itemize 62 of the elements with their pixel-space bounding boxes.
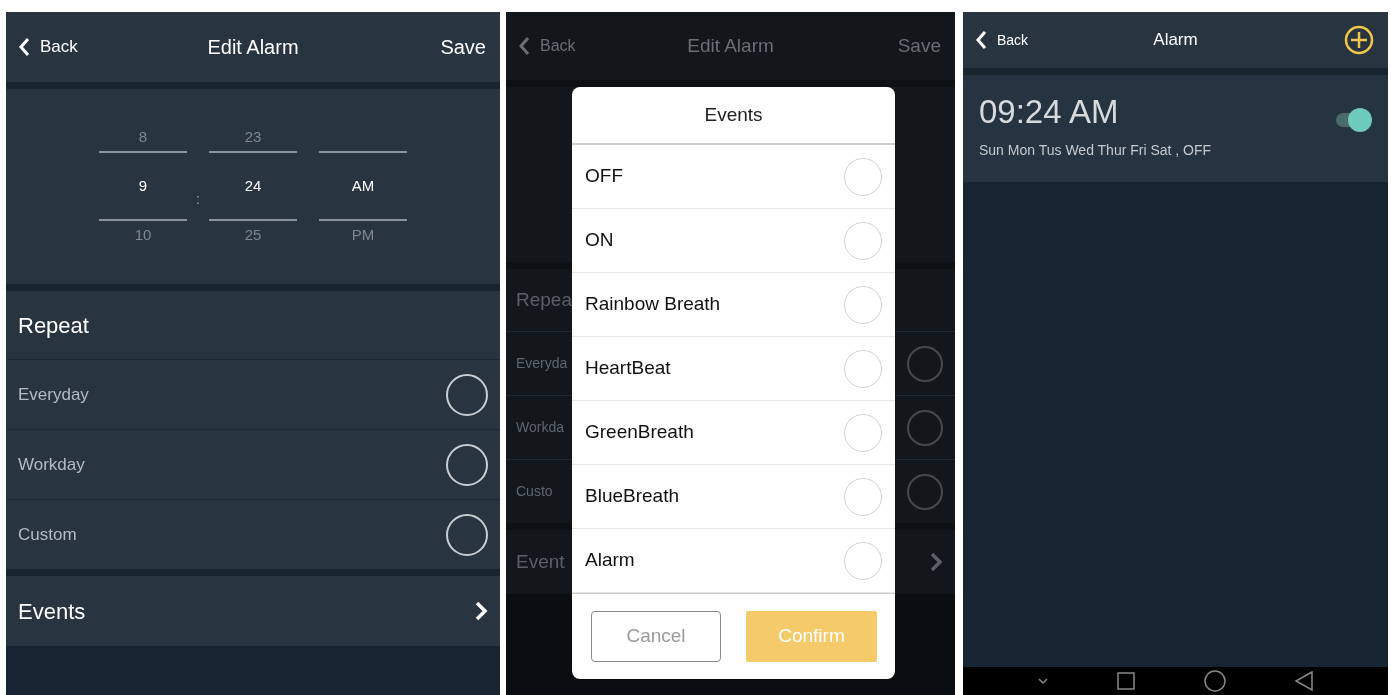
row-label: Events: [18, 597, 86, 626]
screen-title: Edit Alarm: [207, 35, 299, 60]
option-label: Everyda: [516, 354, 568, 373]
option-label: GreenBreath: [585, 420, 694, 445]
radio-circle[interactable]: [907, 409, 943, 446]
picker-value: 25: [244, 225, 262, 245]
option-label: Custom: [18, 523, 77, 546]
repeat-option[interactable]: Everyday: [6, 359, 500, 429]
save-button[interactable]: Save: [440, 32, 486, 62]
triangle-icon[interactable]: [1293, 671, 1314, 691]
repeat-option[interactable]: Custom: [6, 499, 500, 569]
dialog-title: Events: [572, 87, 895, 145]
picker-value: 10: [134, 225, 152, 245]
picker-selected-value[interactable]: 9: [138, 153, 148, 219]
event-option[interactable]: Rainbow Breath: [572, 273, 895, 337]
row-label: Event: [516, 549, 565, 574]
event-option[interactable]: Alarm: [572, 529, 895, 593]
picker-value: PM: [351, 225, 375, 245]
option-label: Custo: [516, 482, 553, 501]
screen-title: Edit Alarm: [687, 33, 774, 58]
event-option[interactable]: OFF: [572, 145, 895, 209]
circle-icon[interactable]: [1203, 670, 1226, 692]
option-label: HeartBeat: [585, 356, 671, 381]
option-label: OFF: [585, 164, 623, 189]
option-label: ON: [585, 228, 614, 253]
section-title: Repeat: [18, 311, 89, 340]
back-button[interactable]: Back: [18, 34, 78, 60]
event-option[interactable]: GreenBreath: [572, 401, 895, 465]
back-button[interactable]: Back: [518, 34, 576, 58]
time-separator: :: [196, 190, 200, 209]
event-option[interactable]: BlueBreath: [572, 465, 895, 529]
option-label: Workda: [516, 418, 564, 437]
back-button[interactable]: Back: [975, 29, 1029, 51]
option-label: Everyday: [18, 383, 89, 406]
events-row[interactable]: Events: [6, 576, 500, 646]
radio-circle[interactable]: [907, 345, 943, 382]
alarm-time: 09:24 AM: [979, 95, 1120, 128]
radio-circle[interactable]: [907, 473, 943, 510]
screen-title: Alarm: [1153, 29, 1198, 52]
chevron-right-icon: [929, 551, 943, 573]
picker-selected-value[interactable]: 24: [244, 153, 262, 219]
save-button[interactable]: Save: [897, 31, 941, 61]
event-option[interactable]: ON: [572, 209, 895, 273]
picker-value: 8: [138, 127, 148, 147]
chevron-left-icon: [975, 30, 987, 50]
chevron-left-icon: [18, 37, 30, 57]
square-icon[interactable]: [1117, 672, 1136, 690]
option-label: Alarm: [585, 548, 635, 573]
option-label: Rainbow Breath: [585, 292, 721, 317]
chevron-left-icon: [518, 36, 530, 56]
picker-selected-value[interactable]: AM: [351, 153, 375, 219]
add-icon[interactable]: [1344, 25, 1374, 55]
picker-value: 23: [244, 127, 262, 147]
chevron-right-icon: [474, 600, 488, 622]
alarm-card[interactable]: 09:24 AM Sun Mon Tus Wed Thur Fri Sat , OFF: [963, 75, 1388, 182]
option-label: BlueBreath: [585, 484, 679, 509]
option-label: Workday: [18, 453, 85, 476]
section-title: Repea: [516, 287, 572, 312]
alarm-detail: Sun Mon Tus Wed Thur Fri Sat , OFF: [979, 141, 1212, 160]
chevron-down-icon[interactable]: [1037, 677, 1050, 685]
event-option[interactable]: HeartBeat: [572, 337, 895, 401]
repeat-option[interactable]: Workday: [6, 429, 500, 499]
